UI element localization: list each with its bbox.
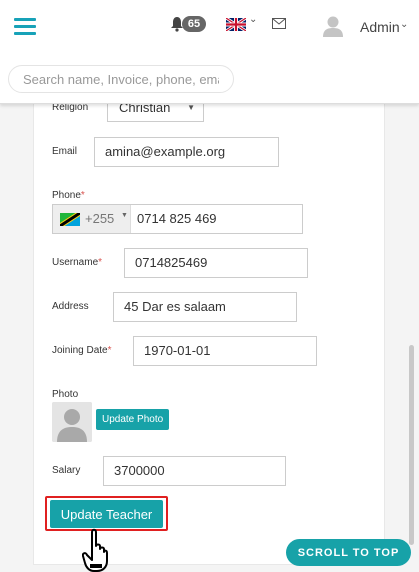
search-input[interactable] [8, 65, 234, 93]
user-avatar-icon[interactable] [322, 15, 344, 37]
username-field[interactable]: 0714825469 [124, 248, 308, 278]
caret-down-icon: ▼ [121, 212, 128, 219]
phone-label: Phone* [52, 190, 85, 201]
joining-date-field[interactable]: 1970-01-01 [133, 336, 317, 366]
photo-label: Photo [52, 389, 79, 400]
username-label: Username* [52, 257, 103, 268]
mail-icon[interactable] [272, 18, 286, 29]
uk-flag-icon[interactable] [226, 18, 246, 31]
dial-code: +255 [85, 211, 115, 226]
menu-toggle-icon[interactable] [14, 18, 36, 36]
phone-field[interactable]: +255 ▼ 0714 825 469 [52, 204, 303, 234]
scrollbar-thumb[interactable] [409, 345, 414, 545]
notification-badge[interactable]: 65 [182, 16, 206, 32]
email-field[interactable]: amina@example.org [94, 137, 279, 167]
country-code-selector[interactable]: +255 ▼ [53, 205, 131, 233]
address-field[interactable]: 45 Dar es salaam [113, 292, 297, 322]
chevron-down-icon[interactable]: ⌄ [249, 14, 257, 25]
user-name[interactable]: Admin [360, 19, 400, 35]
chevron-down-icon[interactable]: ⌄ [400, 19, 408, 30]
update-photo-button[interactable]: Update Photo [96, 409, 170, 430]
top-navbar: 65 ⌄ Admin ⌄ [0, 0, 419, 104]
update-teacher-button[interactable]: Update Teacher [50, 500, 163, 528]
email-label: Email [52, 146, 78, 157]
tanzania-flag-icon [60, 213, 80, 226]
phone-value: 0714 825 469 [137, 211, 217, 226]
salary-field[interactable]: 3700000 [103, 456, 286, 486]
joining-date-label: Joining Date* [52, 345, 112, 356]
address-label: Address [52, 301, 89, 312]
salary-label: Salary [52, 465, 81, 476]
photo-placeholder-icon [52, 402, 92, 442]
pointer-hand-icon [82, 528, 108, 572]
scroll-to-top-button[interactable]: SCROLL TO TOP [286, 539, 411, 566]
